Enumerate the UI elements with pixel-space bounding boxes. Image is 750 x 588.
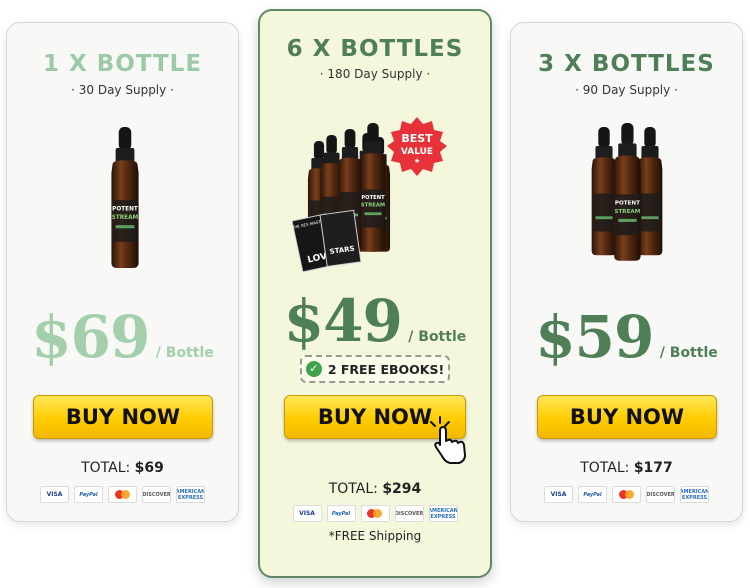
visa-icon: VISA	[544, 486, 573, 503]
amex-icon: AMERICAN EXPRESS	[428, 505, 458, 522]
plan-supply: · 180 Day Supply ·	[319, 67, 431, 81]
svg-text:POTENT: POTENT	[361, 195, 385, 201]
plan-title: 3 X BOTTLES	[538, 51, 715, 77]
discover-icon: DISCOVER	[646, 486, 675, 503]
visa-icon: VISA	[292, 505, 322, 522]
plan-supply: · 30 Day Supply ·	[71, 83, 174, 97]
plan-card-1-bottle: 1 X BOTTLE · 30 Day Supply · POTENT STRE…	[6, 22, 239, 522]
plan-title: 1 X BOTTLE	[42, 51, 203, 77]
svg-text:STREAM: STREAM	[361, 203, 385, 209]
buy-now-button[interactable]: BUY NOW	[33, 395, 213, 439]
payment-methods: VISA PayPal DISCOVER AMERICAN EXPRESS	[260, 505, 490, 522]
amex-icon: AMERICAN EXPRESS	[680, 486, 709, 503]
best-value-badge: BEST VALUE ★	[387, 117, 447, 176]
buy-now-button[interactable]: BUY NOW	[537, 395, 717, 439]
visa-icon: VISA	[40, 486, 69, 503]
price: $49 / Bottle	[260, 287, 490, 355]
price: $59 / Bottle	[511, 303, 742, 371]
check-circle-icon: ✓	[305, 361, 322, 377]
plan-card-6-bottles: 6 X BOTTLES · 180 Day Supply · POTENT ST…	[258, 9, 492, 578]
price-amount: $49	[283, 287, 403, 355]
mastercard-icon	[108, 486, 137, 503]
price-amount: $59	[535, 303, 654, 371]
paypal-icon: PayPal	[74, 486, 103, 503]
price-unit: / Bottle	[155, 345, 214, 361]
total-price: TOTAL: $177	[580, 460, 673, 476]
payment-methods: VISA PayPal DISCOVER AMERICAN EXPRESS	[511, 486, 742, 503]
price-unit: / Bottle	[408, 329, 467, 345]
svg-text:STREAM: STREAM	[112, 215, 139, 221]
plan-title: 6 X BOTTLES	[286, 36, 464, 62]
price: $69 / Bottle	[7, 303, 238, 371]
mastercard-icon	[612, 486, 641, 503]
svg-text:★: ★	[414, 157, 420, 165]
free-ebooks-badge: ✓ 2 FREE EBOOKS!	[300, 355, 450, 383]
discover-icon: DISCOVER	[394, 505, 424, 522]
svg-text:BEST: BEST	[401, 132, 433, 145]
plan-supply: · 90 Day Supply ·	[575, 83, 678, 97]
paypal-icon: PayPal	[326, 505, 356, 522]
svg-text:STREAM: STREAM	[614, 209, 640, 215]
amex-icon: AMERICAN EXPRESS	[176, 486, 205, 503]
total-price: TOTAL: $69	[81, 460, 164, 476]
total-price: TOTAL: $294	[328, 481, 422, 497]
product-bottles-image: POTENT STREAM	[591, 123, 663, 261]
product-bottle-image: POTENT STREAM	[111, 127, 139, 268]
svg-text:POTENT: POTENT	[112, 207, 138, 213]
free-shipping-note: *FREE Shipping	[328, 529, 422, 543]
payment-methods: VISA PayPal DISCOVER AMERICAN EXPRESS	[7, 486, 238, 503]
hand-cursor-icon	[430, 416, 466, 464]
mastercard-icon	[360, 505, 390, 522]
price-unit: / Bottle	[659, 345, 718, 361]
discover-icon: DISCOVER	[142, 486, 171, 503]
plan-card-3-bottles: 3 X BOTTLES · 90 Day Supply · POTENT STR…	[510, 22, 743, 522]
price-amount: $69	[31, 303, 150, 371]
svg-text:VALUE: VALUE	[401, 147, 433, 157]
svg-text:POTENT: POTENT	[615, 201, 640, 207]
paypal-icon: PayPal	[578, 486, 607, 503]
